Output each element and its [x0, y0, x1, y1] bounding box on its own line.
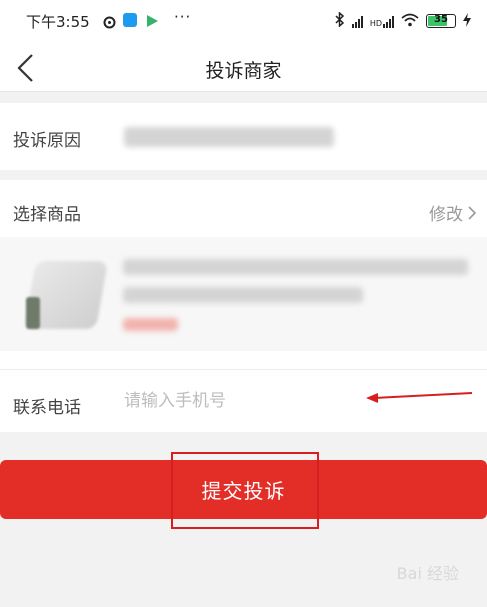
product-price	[123, 318, 178, 331]
signal-icon-1	[351, 15, 363, 28]
complaint-reason-row[interactable]: 投诉原因	[0, 103, 487, 170]
complaint-reason-value	[124, 127, 334, 147]
contact-phone-label: 联系电话	[13, 398, 81, 418]
status-bar: 下午3:55 ··· HD 35	[0, 0, 487, 44]
complaint-reason-label: 投诉原因	[13, 131, 81, 151]
product-image	[24, 255, 108, 333]
wifi-icon	[401, 13, 419, 30]
bluetooth-icon	[335, 11, 345, 30]
signal-icon-2	[383, 15, 394, 28]
battery-level: 35	[434, 14, 448, 25]
play-app-icon	[145, 13, 159, 27]
more-notifications-icon: ···	[174, 8, 192, 26]
nav-bar: 投诉商家	[0, 44, 487, 92]
annotation-highlight-box	[171, 452, 319, 529]
battery-icon: 35	[426, 14, 456, 28]
phone-input[interactable]	[124, 386, 344, 416]
product-title-line-2	[123, 287, 363, 303]
app-square-icon	[123, 13, 137, 27]
sync-app-icon	[103, 14, 117, 29]
status-right: HD 35	[335, 10, 471, 32]
page-title: 投诉商家	[205, 60, 282, 82]
select-product-label: 选择商品	[13, 205, 81, 225]
status-time: 下午3:55	[26, 13, 90, 31]
product-card[interactable]	[0, 237, 487, 351]
hd-label: HD	[369, 18, 382, 28]
watermark: Bai 经验	[396, 564, 459, 583]
edit-label: 修改	[429, 205, 463, 225]
annotation-arrow	[366, 392, 473, 403]
chevron-right-icon	[468, 205, 477, 220]
product-title-line-1	[123, 259, 468, 275]
edit-product-link[interactable]: 修改	[429, 200, 477, 225]
charging-icon	[463, 12, 471, 30]
